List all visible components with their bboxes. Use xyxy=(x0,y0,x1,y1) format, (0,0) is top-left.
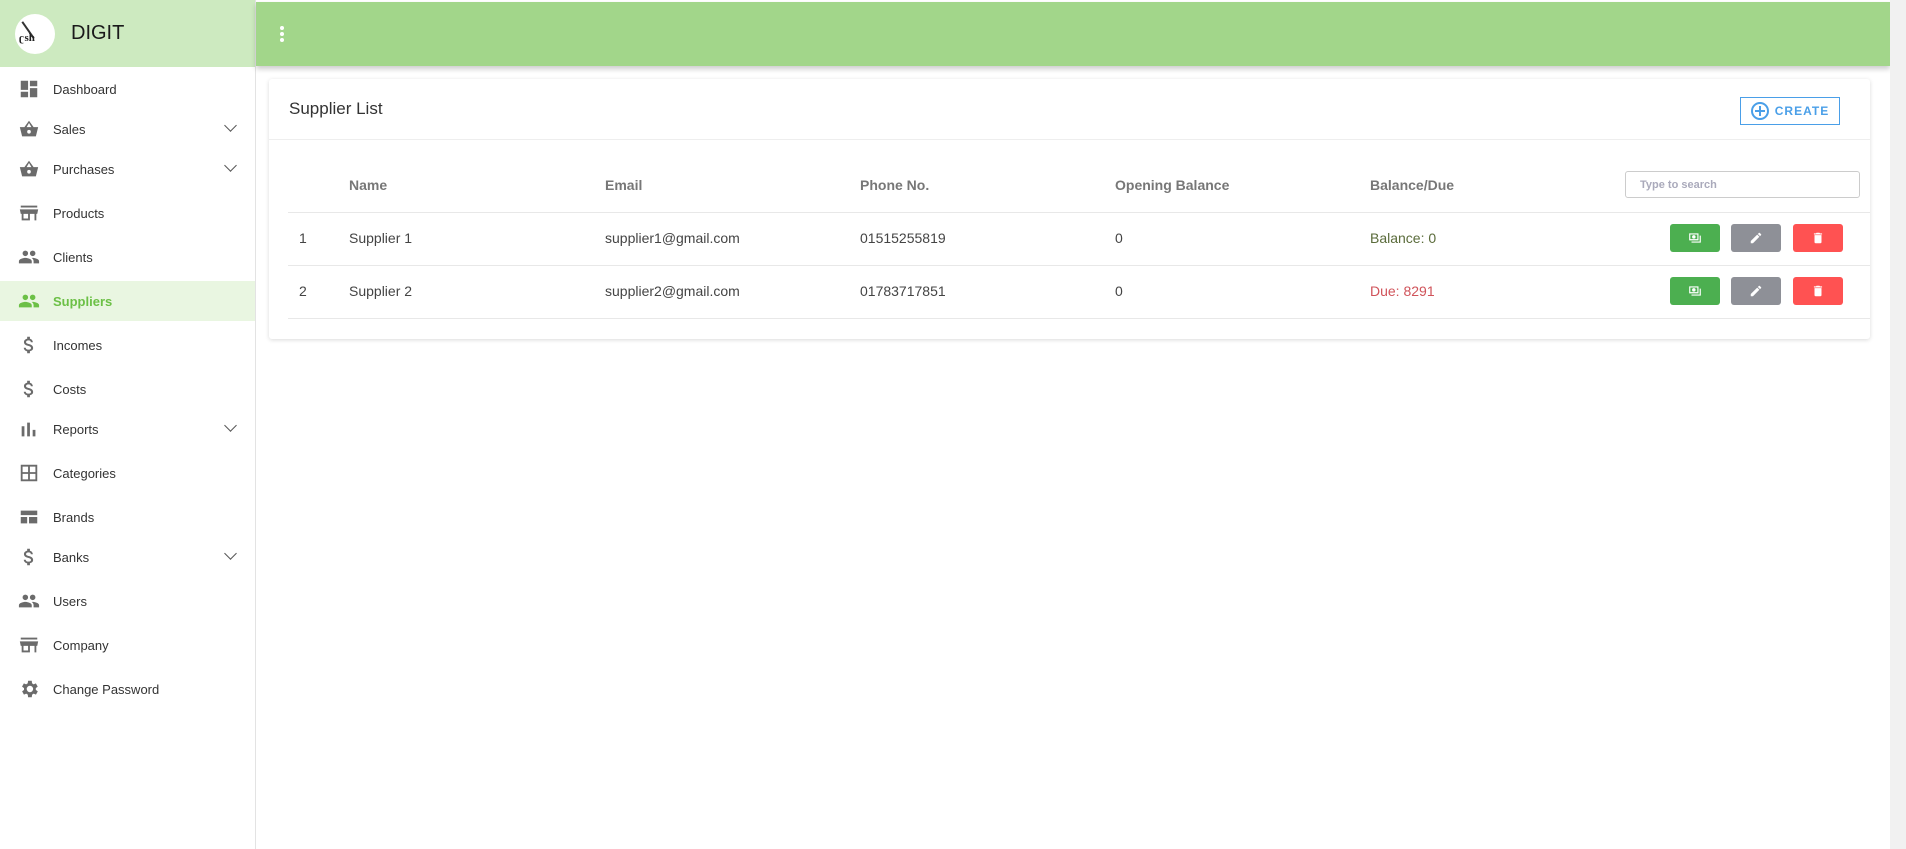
people-icon xyxy=(18,294,40,308)
sidebar-item-label: Banks xyxy=(53,549,90,565)
dollar-icon xyxy=(23,380,34,398)
cell-balance: Balance: 0 xyxy=(1370,230,1437,246)
create-button[interactable]: CREATE xyxy=(1740,97,1840,125)
store-icon xyxy=(19,637,39,653)
edit-button[interactable] xyxy=(1731,224,1781,252)
edit-button[interactable] xyxy=(1731,277,1781,305)
top-bar xyxy=(256,2,1890,66)
sidebar-item-label: Users xyxy=(53,593,87,609)
cell-no: 1 xyxy=(299,230,307,246)
sidebar-item-change-password[interactable]: Change Password xyxy=(0,669,255,709)
money-icon xyxy=(1689,233,1701,243)
sidebar-item-sales[interactable]: Sales xyxy=(0,109,255,149)
dashboard-icon xyxy=(20,80,38,98)
sidebar-item-label: Incomes xyxy=(53,337,103,353)
sidebar-item-label: Change Password xyxy=(53,681,160,697)
delete-button[interactable] xyxy=(1793,224,1843,252)
sidebar-item-categories[interactable]: Categories xyxy=(0,453,255,493)
sidebar-item-label: Categories xyxy=(53,465,116,481)
column-header-name[interactable]: Name xyxy=(349,177,387,193)
trash-icon xyxy=(1813,285,1823,297)
grid-icon xyxy=(20,464,38,482)
column-header-opening-balance[interactable]: Opening Balance xyxy=(1115,177,1229,193)
cell-email: supplier2@gmail.com xyxy=(605,283,740,299)
gear-icon xyxy=(22,680,38,698)
sidebar-item-label: Sales xyxy=(53,121,86,137)
pencil-icon xyxy=(1750,232,1762,244)
sidebar-item-dashboard[interactable]: Dashboard xyxy=(0,69,255,109)
sidebar-item-label: Suppliers xyxy=(53,293,113,309)
cell-opening: 0 xyxy=(1115,230,1123,246)
divider xyxy=(288,318,1870,319)
cell-email: supplier1@gmail.com xyxy=(605,230,740,246)
table-icon xyxy=(20,510,38,524)
sidebar-item-suppliers[interactable]: Suppliers xyxy=(0,281,255,321)
sidebar-item-clients[interactable]: Clients xyxy=(0,237,255,277)
basket-icon xyxy=(19,120,39,137)
sidebar-item-costs[interactable]: Costs xyxy=(0,369,255,409)
sidebar-item-reports[interactable]: Reports xyxy=(0,409,255,449)
logo: ʗsh xyxy=(15,13,55,54)
more-vert-icon[interactable] xyxy=(280,26,284,44)
cell-phone: 01783717851 xyxy=(860,283,946,299)
sidebar-item-brands[interactable]: Brands xyxy=(0,497,255,537)
sidebar-item-label: Dashboard xyxy=(53,81,117,97)
pencil-icon xyxy=(1750,285,1762,297)
people-icon xyxy=(18,250,40,264)
scrollbar[interactable] xyxy=(1890,0,1906,849)
page-title: Supplier List xyxy=(289,99,383,118)
sidebar-item-label: Company xyxy=(53,637,109,653)
cell-name: Supplier 1 xyxy=(349,230,413,246)
chevron-down-icon[interactable] xyxy=(224,547,237,560)
chevron-down-icon[interactable] xyxy=(224,419,237,432)
cell-opening: 0 xyxy=(1115,283,1123,299)
sidebar-item-label: Brands xyxy=(53,509,95,525)
add-circle-icon xyxy=(1750,102,1769,120)
money-icon xyxy=(1689,286,1701,296)
app-name: DIGIT xyxy=(71,22,125,44)
divider xyxy=(288,265,1870,266)
trash-icon xyxy=(1813,232,1823,244)
sidebar-item-label: Reports xyxy=(53,421,99,437)
sidebar: ʗsh DIGIT Dashboard Sales Purchases Product… xyxy=(0,0,256,849)
divider xyxy=(288,212,1870,213)
bar-chart-icon xyxy=(21,422,36,437)
sidebar-item-label: Products xyxy=(53,205,105,221)
chevron-down-icon[interactable] xyxy=(224,159,237,172)
cell-no: 2 xyxy=(299,283,307,299)
cell-phone: 01515255819 xyxy=(860,230,946,246)
dollar-icon xyxy=(23,548,34,566)
people-icon xyxy=(18,594,40,608)
sidebar-item-label: Clients xyxy=(53,249,93,265)
cell-balance: Due: 8291 xyxy=(1370,283,1435,299)
column-header-phone[interactable]: Phone No. xyxy=(860,177,929,193)
basket-icon xyxy=(19,160,39,177)
sidebar-item-company[interactable]: Company xyxy=(0,625,255,665)
sidebar-item-banks[interactable]: Banks xyxy=(0,537,255,577)
sidebar-item-purchases[interactable]: Purchases xyxy=(0,149,255,189)
delete-button[interactable] xyxy=(1793,277,1843,305)
column-header-balance-due[interactable]: Balance/Due xyxy=(1370,177,1454,193)
chevron-down-icon[interactable] xyxy=(224,119,237,132)
payment-button[interactable] xyxy=(1670,277,1720,305)
create-label: CREATE xyxy=(1774,104,1830,118)
sidebar-item-incomes[interactable]: Incomes xyxy=(0,325,255,365)
payment-button[interactable] xyxy=(1670,224,1720,252)
dollar-icon xyxy=(23,336,34,354)
sidebar-item-label: Costs xyxy=(53,381,87,397)
supplier-list-card: Supplier List CREATE Name Email Phone No… xyxy=(269,79,1870,339)
search-input[interactable] xyxy=(1625,171,1860,198)
brand: ʗsh DIGIT xyxy=(0,0,255,67)
column-header-email[interactable]: Email xyxy=(605,177,642,193)
cell-name: Supplier 2 xyxy=(349,283,413,299)
store-icon xyxy=(19,205,39,221)
sidebar-item-users[interactable]: Users xyxy=(0,581,255,621)
sidebar-item-label: Purchases xyxy=(53,161,115,177)
sidebar-item-products[interactable]: Products xyxy=(0,193,255,233)
